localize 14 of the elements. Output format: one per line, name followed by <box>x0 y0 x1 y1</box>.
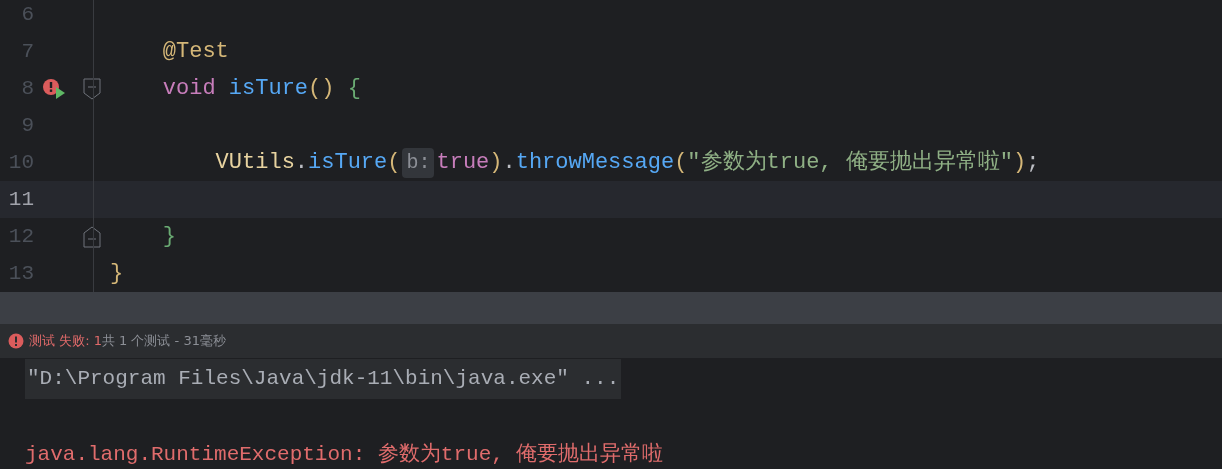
code-line: } <box>161 223 176 251</box>
fold-icon[interactable] <box>83 77 101 100</box>
line-number: 11 <box>7 186 34 213</box>
test-failed-label: 测试 失败: 1 <box>29 332 102 351</box>
run-test-icon[interactable] <box>42 77 66 100</box>
error-message: java.lang.RuntimeException: 参数为true, 俺要抛出异常啦 <box>25 441 664 469</box>
code-line: @Test <box>161 38 229 66</box>
parameter-hint: b: <box>402 147 435 178</box>
code-line: void isTure() { <box>161 75 361 103</box>
code-line: } <box>110 260 124 288</box>
error-icon <box>8 333 24 349</box>
test-summary: 共 1 个测试 - 31毫秒 <box>101 332 226 351</box>
fold-icon[interactable] <box>83 225 101 248</box>
code-line: VUtils.isTure( b: true).throwMessage("参数为true, 俺要抛出异常啦"); <box>110 144 1040 181</box>
